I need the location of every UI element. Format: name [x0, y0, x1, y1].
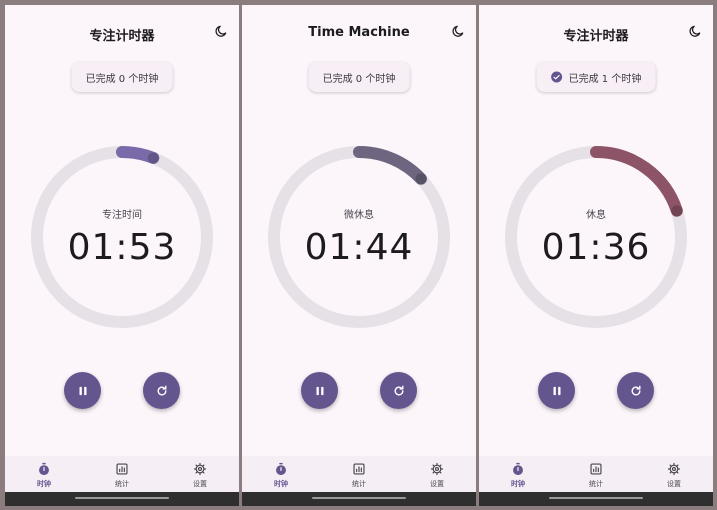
countdown-time: 01:44 [304, 227, 414, 268]
pause-button[interactable] [64, 372, 101, 409]
nav-item-timer[interactable]: 时钟 [242, 456, 320, 492]
reset-button[interactable] [143, 372, 180, 409]
stopwatch-icon [511, 462, 525, 476]
pause-button[interactable] [538, 372, 575, 409]
theme-toggle-button[interactable] [211, 21, 231, 41]
stopwatch-icon [37, 462, 51, 476]
progress-arc-end [415, 173, 427, 185]
gesture-handle[interactable] [75, 497, 169, 499]
gear-icon [430, 462, 444, 476]
reset-button[interactable] [380, 372, 417, 409]
bottom-navigation: 时钟 统计 设置 [5, 456, 239, 492]
system-gesture-area [242, 492, 476, 506]
moon-icon [215, 25, 227, 37]
progress-arc [353, 146, 427, 185]
completed-count-text: 已完成 0 个时钟 [322, 73, 396, 85]
theme-toggle-button[interactable] [448, 21, 468, 41]
phone-screen-focus: 专注计时器 已完成 0 个时钟 专注时间 01:53 时钟 统计 设置 [5, 5, 239, 506]
completed-count-text: 已完成 1 个时钟 [568, 73, 642, 85]
refresh-icon [157, 385, 166, 395]
pause-button[interactable] [301, 372, 338, 409]
nav-item-label: 统计 [589, 480, 603, 488]
gear-icon [667, 462, 681, 476]
gesture-handle[interactable] [549, 497, 643, 499]
completed-count-chip: 已完成 1 个时钟 [536, 62, 656, 92]
refresh-icon [631, 385, 640, 395]
bottom-navigation: 时钟 统计 设置 [479, 456, 713, 492]
bottom-navigation: 时钟 统计 设置 [242, 456, 476, 492]
app-title: 专注计时器 [89, 29, 155, 44]
nav-item-label: 统计 [352, 480, 366, 488]
completed-count-chip: 已完成 0 个时钟 [71, 62, 173, 92]
countdown-time: 01:53 [67, 227, 177, 268]
progress-arc-end [147, 152, 159, 164]
app-title: 专注计时器 [563, 29, 629, 44]
pause-icon [79, 386, 86, 395]
moon-icon [689, 25, 701, 37]
progress-arc [590, 146, 683, 217]
system-gesture-area [479, 492, 713, 506]
bar-chart-icon [352, 462, 366, 476]
bar-chart-icon [115, 462, 129, 476]
nav-item-settings[interactable]: 设置 [161, 456, 239, 492]
nav-item-label: 时钟 [274, 480, 288, 488]
phone-screen-short-break: Time Machine 已完成 0 个时钟 微休息 01:44 时钟 统计 设… [242, 5, 476, 506]
nav-item-label: 设置 [667, 480, 681, 488]
pause-icon [553, 386, 560, 395]
nav-item-label: 设置 [430, 480, 444, 488]
nav-item-label: 时钟 [37, 480, 51, 488]
refresh-icon [394, 385, 403, 395]
completed-count-text: 已完成 0 个时钟 [85, 73, 159, 85]
nav-item-settings[interactable]: 设置 [635, 456, 713, 492]
moon-icon [452, 25, 464, 37]
app-title: Time Machine [308, 25, 410, 40]
nav-item-stats[interactable]: 统计 [557, 456, 635, 492]
reset-button[interactable] [617, 372, 654, 409]
nav-item-stats[interactable]: 统计 [83, 456, 161, 492]
bar-chart-icon [589, 462, 603, 476]
gear-icon [193, 462, 207, 476]
pause-icon [316, 386, 323, 395]
countdown-time: 01:36 [541, 227, 651, 268]
nav-item-label: 时钟 [511, 480, 525, 488]
nav-item-timer[interactable]: 时钟 [5, 456, 83, 492]
phase-label: 休息 [586, 210, 606, 221]
phase-label: 专注时间 [102, 210, 142, 221]
gesture-handle[interactable] [312, 497, 406, 499]
nav-item-timer[interactable]: 时钟 [479, 456, 557, 492]
nav-item-label: 统计 [115, 480, 129, 488]
check-circle-icon [551, 71, 563, 83]
nav-item-label: 设置 [193, 480, 207, 488]
completed-count-chip: 已完成 0 个时钟 [308, 62, 410, 92]
system-gesture-area [5, 492, 239, 506]
nav-item-stats[interactable]: 统计 [320, 456, 398, 492]
nav-item-settings[interactable]: 设置 [398, 456, 476, 492]
theme-toggle-button[interactable] [685, 21, 705, 41]
stopwatch-icon [274, 462, 288, 476]
phase-label: 微休息 [344, 210, 374, 221]
phone-screen-long-break: 专注计时器 已完成 1 个时钟 休息 01:36 时钟 统计 设置 [479, 5, 713, 506]
